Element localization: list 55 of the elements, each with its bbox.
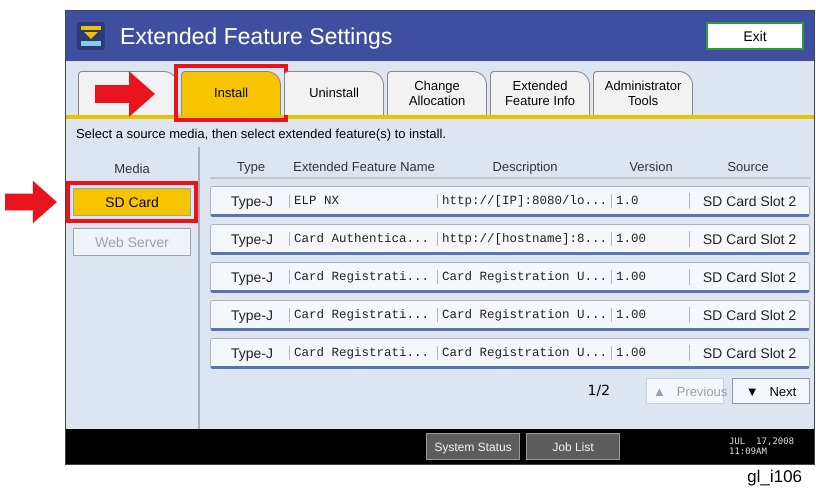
instruction-text: Select a source media, then select extended feature(s) to install. — [75, 124, 447, 143]
feature-row[interactable]: Type-J Card Registrati... Card Registration U... 1.00 SD Card Slot 2 — [210, 262, 810, 293]
table-cell: ELP NX — [289, 194, 437, 208]
table-cell-text: Type-J — [230, 344, 274, 360]
table-cell: SD Card Slot 2 — [689, 230, 805, 246]
column-header: Description — [491, 159, 559, 174]
table-cell: SD Card Slot 2 — [689, 344, 805, 360]
table-cell-text: Type-J — [230, 306, 274, 322]
job-list-button[interactable]: Job List — [526, 433, 620, 460]
settings-app-icon — [76, 21, 106, 51]
column-header: Extended Feature Name — [292, 159, 436, 174]
table-cell: Card Registration U... — [437, 346, 611, 360]
feature-row[interactable]: Type-J Card Authentica... http://[hostname]:8... 1.00 SD Card Slot 2 — [210, 224, 810, 255]
feature-row[interactable]: Type-J Card Registrati... Card Registration U... 1.00 SD Card Slot 2 — [210, 338, 810, 369]
next-button[interactable]: ▼ Next — [732, 378, 810, 404]
figure-label: gl_i106 — [746, 466, 803, 488]
tab[interactable]: Install — [181, 71, 281, 115]
system-status-button[interactable]: System Status — [426, 433, 520, 460]
feature-row[interactable]: Type-J Card Registrati... Card Registration U... 1.00 SD Card Slot 2 — [210, 300, 810, 331]
pointer-arrow-icon — [5, 179, 57, 225]
table-cell: Card Registrati... — [289, 308, 437, 322]
tab[interactable]: Uninstall — [284, 71, 384, 115]
date-text: JUL 17,2008 — [728, 436, 794, 446]
column-header: Source — [726, 159, 770, 174]
exit-button[interactable]: Exit — [706, 22, 804, 50]
column-header: Version — [628, 159, 674, 174]
table-cell-text: Type-J — [230, 192, 274, 208]
feature-row[interactable]: Type-J ELP NX http://[IP]:8080/lo... 1.0 SD Card Slot 2 — [210, 186, 810, 217]
media-option[interactable]: SD Card — [73, 188, 191, 216]
pointer-arrow-icon — [95, 71, 155, 117]
column-header: Media — [114, 161, 150, 176]
tab[interactable]: Change Allocation — [387, 71, 487, 115]
table-cell-text: Type-J — [230, 230, 274, 246]
table-cell: 1.0 — [611, 194, 689, 208]
table-cell: Card Registration U... — [437, 308, 611, 322]
table-cell: SD Card Slot 2 — [689, 268, 805, 284]
tab[interactable]: Extended Feature Info — [490, 71, 590, 115]
column-header: Type — [236, 159, 266, 174]
tab[interactable]: Administrator Tools — [593, 71, 693, 115]
table-cell: 1.00 — [611, 270, 689, 284]
table-cell: http://[hostname]:8... — [437, 232, 611, 246]
time-text: 11:09AM — [728, 446, 768, 456]
table-cell: 1.00 — [611, 346, 689, 360]
page-counter: 1/2 — [587, 383, 610, 399]
table-cell: http://[IP]:8080/lo... — [437, 194, 611, 208]
window-title: Extended Feature Settings — [120, 22, 394, 50]
table-cell: 1.00 — [611, 232, 689, 246]
table-cell-text: Type-J — [230, 268, 274, 284]
table-cell: 1.00 — [611, 308, 689, 322]
table-cell: Card Authentica... — [289, 232, 437, 246]
table-cell: Card Registration U... — [437, 270, 611, 284]
table-cell: Card Registrati... — [289, 346, 437, 360]
table-cell: SD Card Slot 2 — [689, 192, 805, 208]
table-cell: SD Card Slot 2 — [689, 306, 805, 322]
table-cell: Card Registrati... — [289, 270, 437, 284]
